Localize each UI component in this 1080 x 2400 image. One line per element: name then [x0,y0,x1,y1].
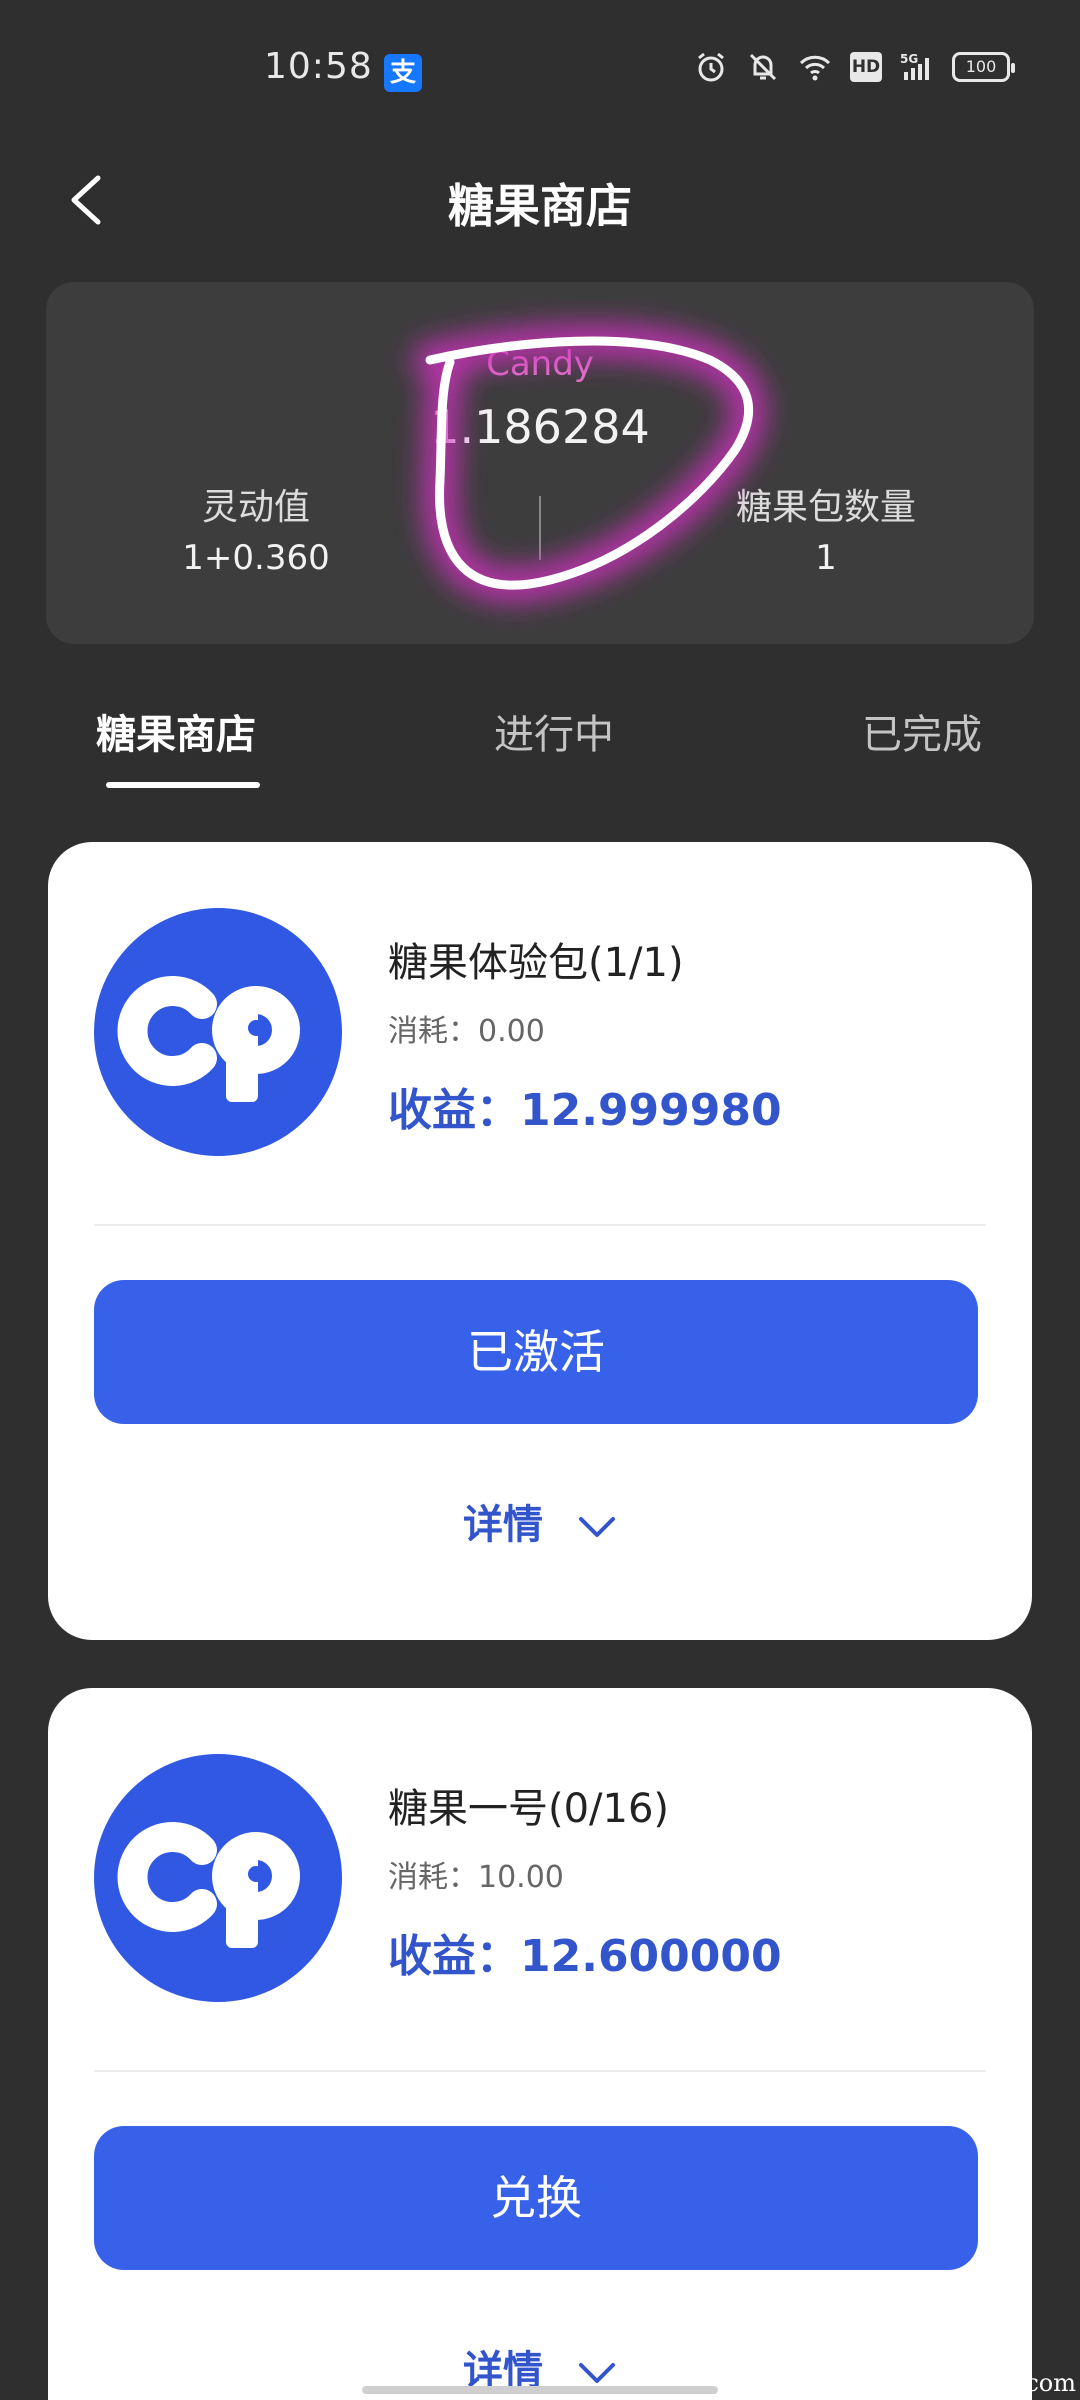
card-divider [94,1224,986,1226]
card-divider [94,2070,986,2072]
svg-text:5G: 5G [900,52,918,66]
details-label: 详情 [463,1502,544,1548]
product-card: 糖果体验包(1/1) 消耗：0.00 收益：12.999980 已激活 详情 [48,842,1032,1640]
candy-balance: 1.186284 [430,400,650,454]
status-bar: 10:58 支 HD 5G 100 [0,0,1080,140]
cp-logo-icon [94,908,342,1156]
bell-muted-icon [749,53,777,81]
summary-panel: Candy 1.186284 灵动值 1+0.360 糖果包数量 1 [46,282,1034,644]
hd-icon: HD [850,52,882,82]
candy-pack-count-label: 糖果包数量 [735,487,916,528]
product-name: 糖果体验包(1/1) [388,940,684,986]
product-yield: 收益：12.999980 [388,1085,782,1136]
candy-label: Candy [486,344,594,384]
activity-value-label: 灵动值 [201,487,310,528]
alarm-icon [698,52,724,82]
active-tab-indicator [106,782,260,788]
tab-candy-store[interactable]: 糖果商店 [96,702,256,760]
product-name: 糖果一号(0/16) [388,1786,670,1832]
product-cost: 消耗：10.00 [388,1860,564,1895]
summary-divider [539,496,541,560]
status-time: 10:58 [264,46,373,87]
chevron-down-icon [578,1517,615,1537]
cp-logo-icon [94,1754,342,2002]
activated-button[interactable]: 已激活 [94,1280,978,1424]
chevron-down-icon [578,2363,615,2383]
product-card: 糖果一号(0/16) 消耗：10.00 收益：12.600000 兑换 详情 [48,1688,1032,2400]
activity-value: 1+0.360 [182,538,330,578]
tab-bar: 糖果商店 进行中 已完成 [0,690,1080,800]
tab-completed[interactable]: 已完成 [862,702,982,760]
candy-pack-count: 1 [815,538,837,578]
exchange-button[interactable]: 兑换 [94,2126,978,2270]
details-toggle[interactable]: 详情 [48,1492,1032,1550]
alipay-icon: 支 [384,54,422,92]
product-cost: 消耗：0.00 [388,1014,545,1049]
status-icons: HD 5G 100 [694,50,1015,84]
product-yield: 收益：12.600000 [388,1931,782,1982]
watermark: 318首码网 www.E318.com [762,2369,1076,2397]
tab-in-progress[interactable]: 进行中 [494,702,614,760]
signal-5g-icon: 5G [900,52,929,80]
home-indicator[interactable] [362,2386,718,2394]
wifi-icon [799,55,831,81]
battery-icon: 100 [952,52,1015,82]
page-title: 糖果商店 [448,179,632,233]
